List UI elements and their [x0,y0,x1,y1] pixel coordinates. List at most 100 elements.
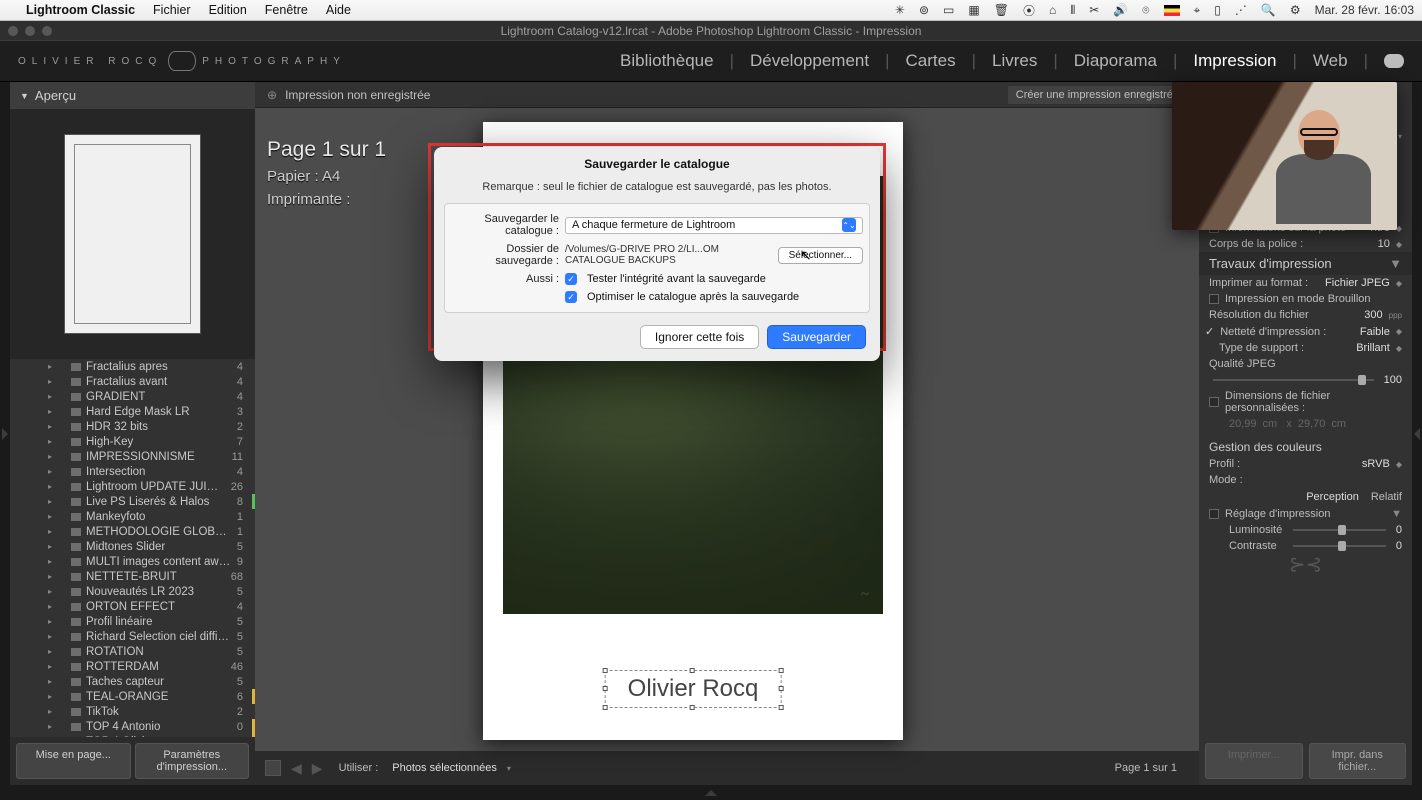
skip-backup-button[interactable]: Ignorer cette fois [640,325,759,349]
status-icon[interactable]: ▦ [968,3,979,17]
page-setup-button[interactable]: Mise en page... [16,743,131,779]
collection-item[interactable]: ▸Live PS Liserés & Halos8 [10,494,255,509]
status-icon[interactable]: ⫴ [1070,3,1075,18]
collection-item[interactable]: ▸High-Key7 [10,434,255,449]
jpeg-quality-value[interactable]: 100 [1384,374,1402,386]
collection-item[interactable]: ▸NETTETE-BRUIT68 [10,569,255,584]
sharpening-dropdown[interactable]: Faible [1360,326,1390,338]
prev-page-button[interactable]: ◀ [291,760,302,777]
use-dropdown[interactable]: Photos sélectionnées [392,762,497,774]
optimize-checkbox[interactable]: ✓ [565,291,577,303]
collection-item[interactable]: ▸HDR 32 bits2 [10,419,255,434]
choose-folder-button[interactable]: Sélectionner... [778,247,863,264]
window-close-button[interactable] [8,26,18,36]
module-library[interactable]: Bibliothèque [620,51,714,71]
dim-width[interactable]: 20,99 [1229,418,1257,430]
collection-item[interactable]: ▸ORTON EFFECT4 [10,599,255,614]
collection-item[interactable]: ▸Lightroom UPDATE JUIN 20...26 [10,479,255,494]
mode-relatif[interactable]: Relatif [1371,491,1402,503]
collection-item[interactable]: ▸MÉTHODOLOGIE GLOBALE1 [10,524,255,539]
status-icon[interactable]: ✳ [895,3,905,17]
window-zoom-button[interactable] [42,26,52,36]
print-to-file-button[interactable]: Impr. dans fichier... [1309,743,1407,779]
create-saved-print-button[interactable]: Créer une impression enregistrée [1008,86,1187,104]
collection-item[interactable]: ▸Midtones Slider5 [10,539,255,554]
collection-item[interactable]: ▸ROTTERDAM46 [10,659,255,674]
left-panel-toggle[interactable] [0,82,10,785]
mode-perception[interactable]: Perception [1306,491,1359,503]
module-map[interactable]: Cartes [906,51,956,71]
saved-print-toggle[interactable]: ⊕ [267,88,277,102]
brightness-slider[interactable] [1293,529,1386,531]
collection-item[interactable]: ▸TOP 4 Olivier1 [10,734,255,737]
profile-dropdown[interactable]: sRVB [1362,458,1390,470]
cloud-sync-icon[interactable] [1384,54,1404,68]
identity-plate[interactable]: OLIVIER ROCQ PHOTOGRAPHY [18,51,346,71]
collection-item[interactable]: ▸ROTATION5 [10,644,255,659]
status-icon[interactable]: 🗑 [994,3,1009,17]
collection-item[interactable]: ▸Profil linéaire5 [10,614,255,629]
collection-item[interactable]: ▸Mankeyfoto1 [10,509,255,524]
collection-item[interactable]: ▸Fractalius avant4 [10,374,255,389]
module-slideshow[interactable]: Diaporama [1074,51,1157,71]
bluetooth-icon[interactable]: ⌖ [1194,3,1201,18]
right-panel-toggle[interactable] [1412,82,1422,785]
app-menu[interactable]: Lightroom Classic [26,3,135,17]
status-icon[interactable]: ⌾ [1142,3,1149,18]
collection-item[interactable]: ▸Intersection4 [10,464,255,479]
volume-icon[interactable]: 🔊 [1113,3,1128,17]
next-page-button[interactable]: ▶ [312,760,323,777]
collection-item[interactable]: ▸TOP 4 Antonio0 [10,719,255,734]
collection-item[interactable]: ▸IMPRESSIONNISME11 [10,449,255,464]
control-center-icon[interactable]: ⚙ [1290,3,1301,17]
search-icon[interactable]: 🔍 [1261,3,1276,17]
collection-item[interactable]: ▸Nouveautés LR 20235 [10,584,255,599]
status-icon[interactable]: ▭ [943,3,954,17]
collection-item[interactable]: ▸Hard Edge Mask LR3 [10,404,255,419]
collection-item[interactable]: ▸Taches capteur5 [10,674,255,689]
module-web[interactable]: Web [1313,51,1348,71]
module-develop[interactable]: Développement [750,51,869,71]
preview-panel-header[interactable]: ▼Aperçu [10,82,255,109]
status-icon[interactable]: ⦿ [1023,2,1035,19]
flag-icon[interactable] [1164,5,1180,16]
collection-item[interactable]: ▸MULTI images content aware9 [10,554,255,569]
menu-window[interactable]: Fenêtre [265,3,308,17]
print-settings-button[interactable]: Paramètres d'impression... [135,743,250,779]
menu-file[interactable]: Fichier [153,3,191,17]
menu-help[interactable]: Aide [326,3,351,17]
wifi-icon[interactable]: ⋰ [1235,3,1247,17]
contrast-slider[interactable] [1293,545,1386,547]
jpeg-quality-slider[interactable] [1213,379,1374,381]
resolution-value[interactable]: 300 [1364,309,1382,321]
checkbox[interactable] [1209,294,1219,304]
collection-item[interactable]: ▸Fractalius apres4 [10,359,255,374]
collection-item[interactable]: ▸GRADIENT4 [10,389,255,404]
backup-frequency-dropdown[interactable]: A chaque fermeture de Lightroom⌃⌄ [565,217,863,234]
identity-text-box[interactable]: Olivier Rocq [605,670,782,708]
dim-height[interactable]: 29,70 [1298,418,1326,430]
collection-item[interactable]: ▸TikTok2 [10,704,255,719]
collection-item[interactable]: ▸TEAL-ORANGE6 [10,689,255,704]
status-icon[interactable]: ⌂ [1049,3,1056,17]
module-book[interactable]: Livres [992,51,1037,71]
menu-edit[interactable]: Edition [209,3,247,17]
checkbox[interactable] [1209,509,1219,519]
font-size-value[interactable]: 10 [1378,238,1390,250]
test-integrity-checkbox[interactable]: ✓ [565,273,577,285]
identity-emblem [168,51,196,71]
toolbar-square-button[interactable] [265,760,281,776]
print-as-dropdown[interactable]: Fichier JPEG [1325,277,1390,289]
filmstrip-toggle[interactable] [0,785,1422,800]
backup-now-button[interactable]: Sauvegarder [767,325,866,349]
battery-icon[interactable]: ▯ [1214,3,1221,17]
status-icon[interactable]: ✂ [1089,3,1099,17]
collection-item[interactable]: ▸Richard Selection ciel difficile5 [10,629,255,644]
checkbox[interactable] [1209,397,1219,407]
media-type-dropdown[interactable]: Brillant [1356,342,1390,354]
status-icon[interactable]: ⊚ [919,3,929,17]
window-minimize-button[interactable] [25,26,35,36]
module-print[interactable]: Impression [1193,51,1276,71]
print-job-header[interactable]: Travaux d'impression [1209,256,1332,271]
print-button[interactable]: Imprimer... [1205,743,1303,779]
